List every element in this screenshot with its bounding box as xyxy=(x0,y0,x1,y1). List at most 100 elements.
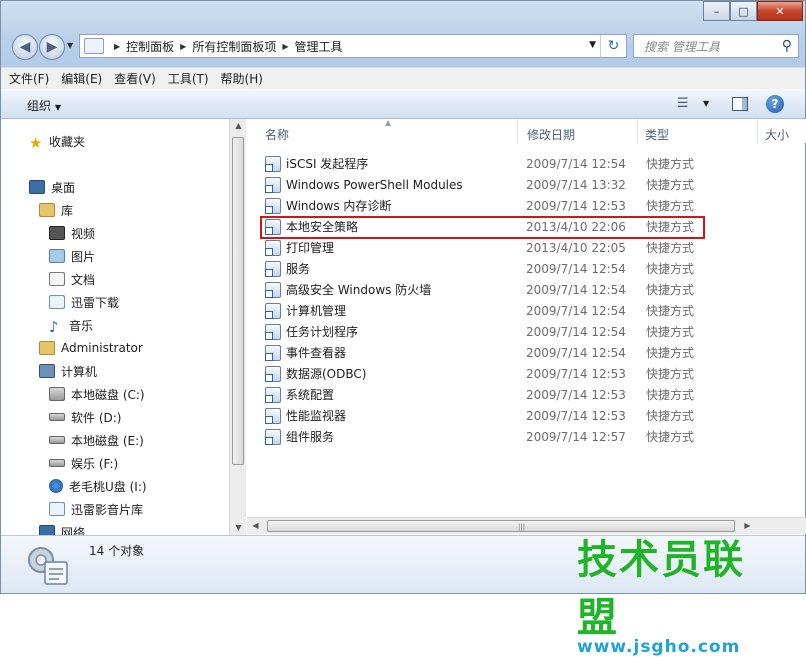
nav-drive-f[interactable]: 娱乐 (F:) xyxy=(49,453,118,473)
minimize-button[interactable]: – xyxy=(703,1,730,21)
breadcrumb-arrow-icon[interactable]: ▶ xyxy=(180,42,186,51)
file-row[interactable]: 系统配置 2009/7/14 12:53 快捷方式 xyxy=(257,384,797,405)
forward-button[interactable]: ▶ xyxy=(39,34,65,60)
nav-label: 库 xyxy=(61,203,74,218)
file-name: 计算机管理 xyxy=(286,304,347,318)
menu-view[interactable]: 查看(V) xyxy=(114,70,156,87)
documents-icon xyxy=(49,272,65,286)
file-row[interactable]: 事件查看器 2009/7/14 12:54 快捷方式 xyxy=(257,342,797,363)
file-row[interactable]: 性能监视器 2009/7/14 12:53 快捷方式 xyxy=(257,405,797,426)
breadcrumb-arrow-icon[interactable]: ▶ xyxy=(282,42,288,51)
scroll-up-icon[interactable]: ▲ xyxy=(230,121,247,130)
file-date: 2009/7/14 12:53 xyxy=(526,198,626,213)
file-row[interactable]: 高级安全 Windows 防火墙 2009/7/14 12:54 快捷方式 xyxy=(257,279,797,300)
file-row[interactable]: 服务 2009/7/14 12:54 快捷方式 xyxy=(257,258,797,279)
breadcrumb: ▶ 控制面板 ▶ 所有控制面板项 ▶ 管理工具 xyxy=(108,38,343,55)
file-row[interactable]: 计算机管理 2009/7/14 12:54 快捷方式 xyxy=(257,300,797,321)
column-divider[interactable] xyxy=(637,119,638,143)
nav-computer[interactable]: 计算机 xyxy=(39,361,97,381)
column-name[interactable]: 名称 xyxy=(265,126,289,143)
file-row[interactable]: 打印管理 2013/4/10 22:05 快捷方式 xyxy=(257,237,797,258)
nav-library-documents[interactable]: 文档 xyxy=(49,269,95,289)
file-row[interactable]: 任务计划程序 2009/7/14 12:54 快捷方式 xyxy=(257,321,797,342)
nav-drive-e[interactable]: 本地磁盘 (E:) xyxy=(49,430,144,450)
address-bar[interactable]: ▶ 控制面板 ▶ 所有控制面板项 ▶ 管理工具 ▼ ↻ xyxy=(79,34,627,58)
breadcrumb-arrow-icon[interactable]: ▶ xyxy=(114,42,120,51)
file-name: 事件查看器 xyxy=(286,346,347,360)
search-input[interactable]: 搜索 管理工具 ⚲ xyxy=(633,34,799,58)
file-row[interactable]: Windows 内存诊断 2009/7/14 12:53 快捷方式 xyxy=(257,195,797,216)
file-row[interactable]: 数据源(ODBC) 2009/7/14 12:53 快捷方式 xyxy=(257,363,797,384)
drive-icon xyxy=(49,387,65,401)
nav-thunder-library[interactable]: 迅雷影音片库 xyxy=(49,499,143,519)
file-type: 快捷方式 xyxy=(646,409,695,423)
drive-icon xyxy=(49,459,65,467)
file-name: 性能监视器 xyxy=(286,409,347,423)
nav-library-pictures[interactable]: 图片 xyxy=(49,246,95,266)
menu-file[interactable]: 文件(F) xyxy=(9,70,49,87)
history-dropdown-icon[interactable]: ▼ xyxy=(67,41,73,50)
nav-drive-i[interactable]: 老毛桃U盘 (I:) xyxy=(49,476,147,496)
file-type: 快捷方式 xyxy=(646,388,695,402)
computer-icon xyxy=(39,364,55,378)
menu-bar: 文件(F) 编辑(E) 查看(V) 工具(T) 帮助(H) xyxy=(1,67,805,89)
nav-drive-d[interactable]: 软件 (D:) xyxy=(49,407,121,427)
window-controls: – □ ✕ xyxy=(703,1,803,21)
file-date: 2009/7/14 12:54 xyxy=(526,282,626,297)
file-row[interactable]: iSCSI 发起程序 2009/7/14 12:54 快捷方式 xyxy=(257,153,797,174)
view-dropdown-icon[interactable]: ▼ xyxy=(703,99,709,108)
column-divider[interactable] xyxy=(757,119,758,143)
scroll-left-icon[interactable]: ◀ xyxy=(247,521,264,530)
watermark-url: www.jsgho.com xyxy=(577,637,741,657)
close-button[interactable]: ✕ xyxy=(757,1,803,21)
column-divider[interactable] xyxy=(517,119,518,143)
file-date: 2009/7/14 12:54 xyxy=(526,156,626,171)
nav-label: 计算机 xyxy=(61,364,98,379)
component-services-shortcut-icon xyxy=(265,428,281,445)
preview-pane-icon[interactable] xyxy=(732,97,748,111)
file-type: 快捷方式 xyxy=(646,262,695,276)
address-dropdown-icon[interactable]: ▼ xyxy=(589,40,596,50)
refresh-icon[interactable]: ↻ xyxy=(600,35,626,57)
nav-drive-c[interactable]: 本地磁盘 (C:) xyxy=(49,384,145,404)
scroll-thumb[interactable] xyxy=(232,137,244,465)
nav-user[interactable]: Administrator xyxy=(39,338,143,358)
file-type: 快捷方式 xyxy=(646,157,695,171)
scroll-down-icon[interactable]: ▼ xyxy=(230,523,247,532)
file-date: 2009/7/14 12:53 xyxy=(526,387,626,402)
menu-edit[interactable]: 编辑(E) xyxy=(61,70,102,87)
organize-button[interactable]: 组织 ▼ xyxy=(27,97,61,114)
nav-library-music[interactable]: ♪ 音乐 xyxy=(49,315,93,336)
file-row[interactable]: Windows PowerShell Modules 2009/7/14 13:3… xyxy=(257,174,797,195)
nav-desktop[interactable]: 桌面 xyxy=(29,177,75,197)
desktop-icon xyxy=(29,180,45,194)
view-options-icon[interactable]: ☰ xyxy=(677,96,689,111)
breadcrumb-item[interactable]: 所有控制面板项 xyxy=(192,38,276,55)
column-size[interactable]: 大小 xyxy=(765,126,789,143)
usb-drive-icon xyxy=(49,479,63,493)
search-icon[interactable]: ⚲ xyxy=(782,38,792,54)
nav-libraries[interactable]: 库 xyxy=(39,200,73,220)
iscsi-shortcut-icon xyxy=(265,155,281,172)
menu-help[interactable]: 帮助(H) xyxy=(221,70,263,87)
back-button[interactable]: ◀ xyxy=(12,34,38,60)
file-row[interactable]: 组件服务 2009/7/14 12:57 快捷方式 xyxy=(257,426,797,447)
column-type[interactable]: 类型 xyxy=(645,126,669,143)
breadcrumb-item[interactable]: 控制面板 xyxy=(126,38,174,55)
nav-label: 娱乐 (F:) xyxy=(71,456,119,471)
nav-label: 老毛桃U盘 (I:) xyxy=(69,479,147,494)
help-icon[interactable]: ? xyxy=(766,95,784,113)
breadcrumb-item[interactable]: 管理工具 xyxy=(295,38,343,55)
nav-favorites[interactable]: ★ 收藏夹 xyxy=(29,131,85,152)
nav-library-thunder[interactable]: 迅雷下载 xyxy=(49,292,119,312)
media-library-icon xyxy=(49,502,65,516)
file-date: 2009/7/14 12:54 xyxy=(526,324,626,339)
menu-tools[interactable]: 工具(T) xyxy=(168,70,209,87)
navigation-scrollbar[interactable]: ▲ ▼ xyxy=(229,119,246,539)
nav-library-video[interactable]: 视频 xyxy=(49,223,95,243)
column-date[interactable]: 修改日期 xyxy=(527,126,575,143)
firewall-shortcut-icon xyxy=(265,281,281,298)
maximize-button[interactable]: □ xyxy=(730,1,757,21)
file-name: 数据源(ODBC) xyxy=(286,367,367,381)
video-icon xyxy=(49,226,65,240)
